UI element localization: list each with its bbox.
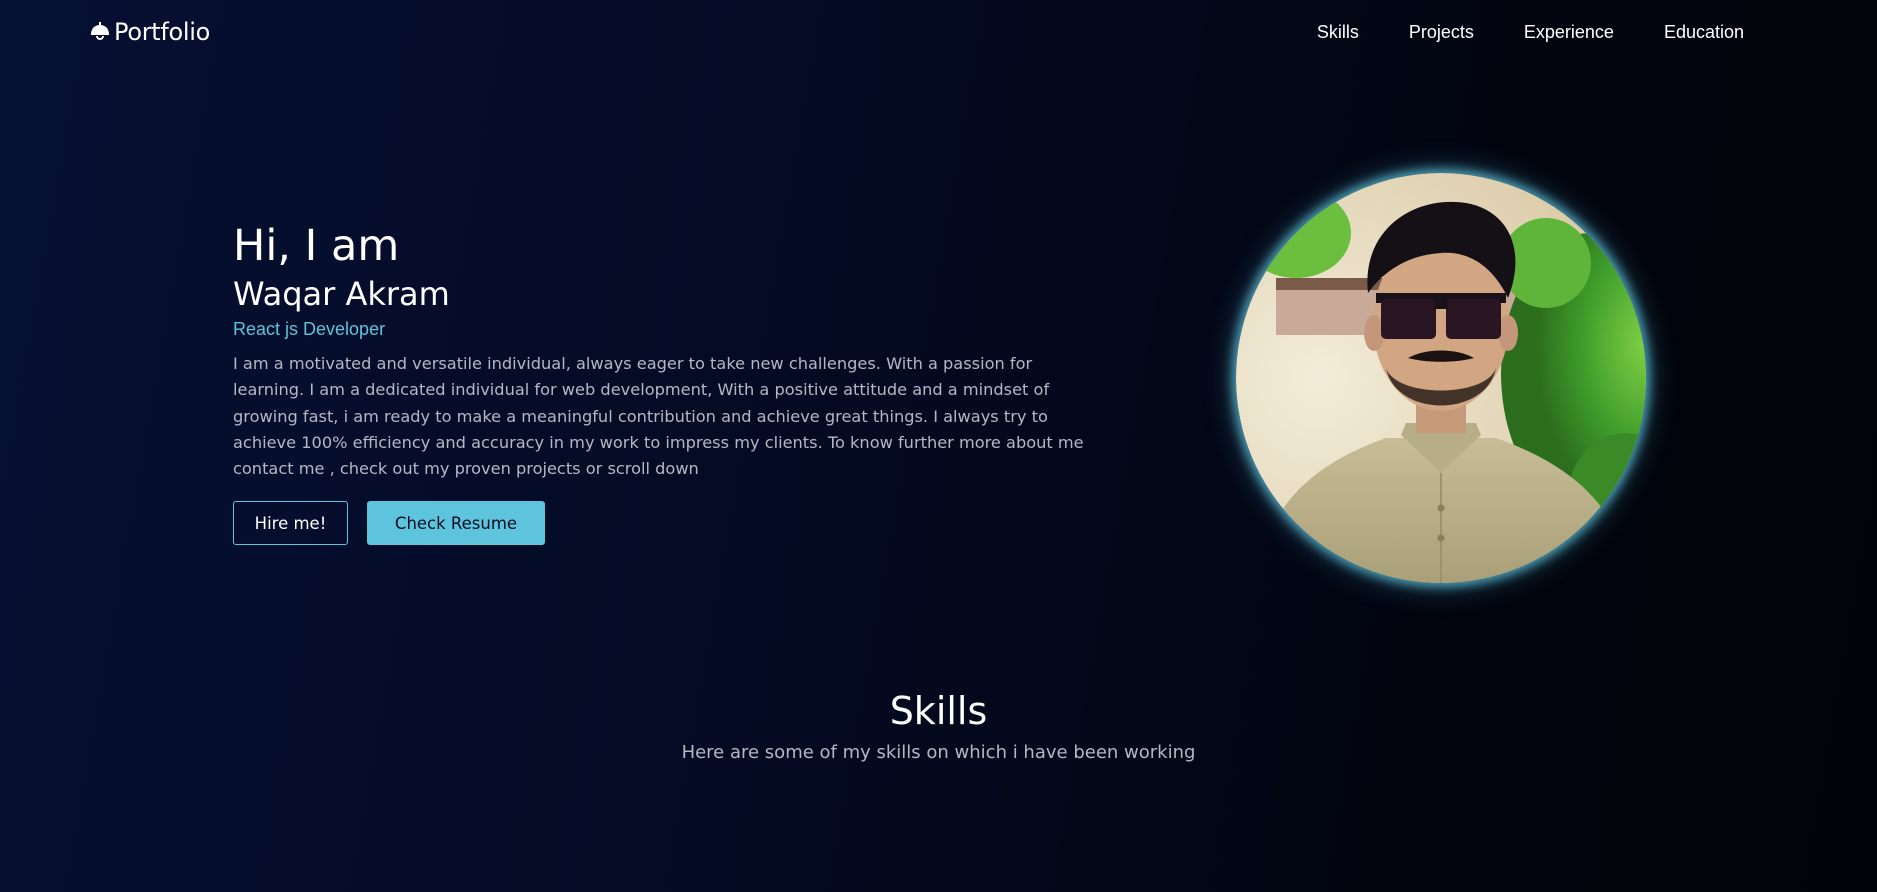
nav-item-skills[interactable]: Skills bbox=[1317, 22, 1359, 43]
navbar: Portfolio Skills Projects Experience Edu… bbox=[0, 0, 1877, 68]
brand-name: Portfolio bbox=[114, 18, 211, 46]
nav-links: Skills Projects Experience Education bbox=[1317, 22, 1744, 43]
nav-item-experience[interactable]: Experience bbox=[1524, 22, 1614, 43]
check-resume-button[interactable]: Check Resume bbox=[367, 501, 545, 545]
hero-greeting: Hi, I am bbox=[233, 221, 400, 271]
hire-me-button[interactable]: Hire me! bbox=[233, 501, 348, 545]
skills-heading: Skills bbox=[889, 689, 988, 733]
hero-bio: I am a motivated and versatile individua… bbox=[233, 354, 1084, 479]
nav-item-projects[interactable]: Projects bbox=[1409, 22, 1474, 43]
profile-photo bbox=[1236, 173, 1646, 583]
hero-role: React js Developer bbox=[233, 319, 386, 339]
nav-item-education[interactable]: Education bbox=[1664, 22, 1744, 43]
hero-intro: Hi, I am Waqar Akram React js Developer … bbox=[233, 218, 1093, 499]
lamp-icon bbox=[88, 20, 112, 44]
hero-buttons: Hire me! Check Resume bbox=[233, 501, 545, 545]
hero-name: Waqar Akram bbox=[233, 275, 450, 313]
skills-subtitle: Here are some of my skills on which i ha… bbox=[681, 742, 1196, 763]
brand-logo-link[interactable]: Portfolio bbox=[88, 18, 210, 46]
